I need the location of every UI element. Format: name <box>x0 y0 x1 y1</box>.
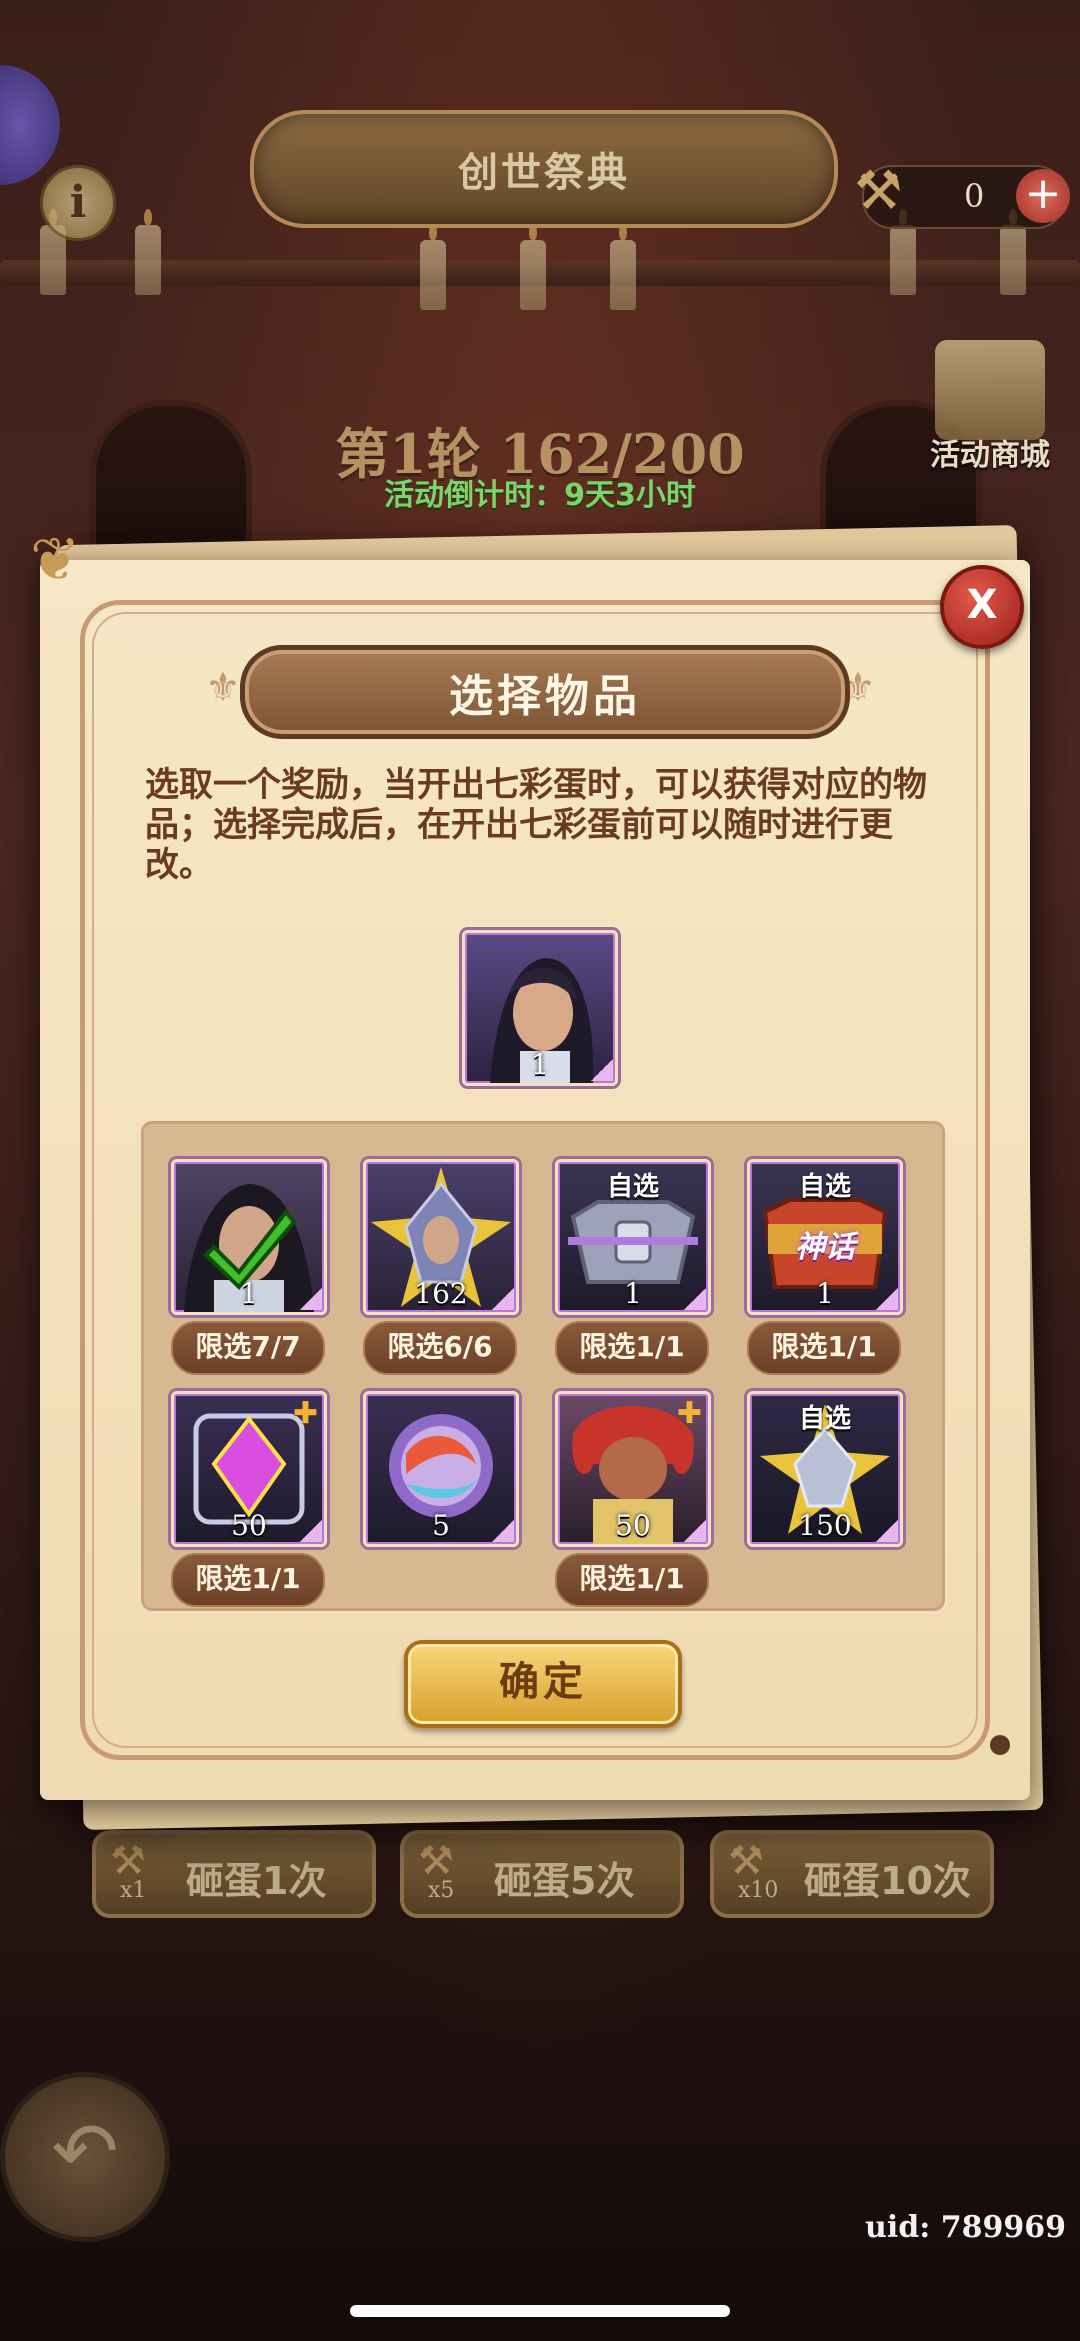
confirm-button[interactable]: 确定 <box>404 1640 682 1728</box>
event-countdown: 活动倒计时：9天3小时 <box>384 478 696 513</box>
gavel-icon: ⚒ <box>854 159 903 222</box>
optional-tag: 自选 <box>606 1172 659 1202</box>
corner-mark <box>876 1288 898 1310</box>
user-id: uid: 789969 <box>865 2210 1066 2245</box>
reward-grid-panel: 1 限选7/7 162 限选6/6 自选 1 限选1/1 自选 神话 1 限选1… <box>138 1118 948 1614</box>
limit-badge: 限选7/7 <box>171 1321 325 1375</box>
home-indicator[interactable] <box>350 2305 730 2317</box>
corner-mark <box>492 1288 514 1310</box>
smash-five-button[interactable]: ⚒ x5 砸蛋5次 <box>400 1830 684 1918</box>
modal-title: 选择物品 <box>449 671 641 722</box>
smash-multiplier: x5 <box>428 1878 455 1903</box>
gavel-counter: ⚒ 0 + <box>854 159 1070 229</box>
limit-badge: 限选1/1 <box>555 1321 709 1375</box>
candle <box>610 224 636 310</box>
back-button[interactable]: ↶ <box>0 2072 170 2242</box>
smash-label: 砸蛋10次 <box>804 1859 971 1903</box>
limit-badge: 限选1/1 <box>171 1553 325 1607</box>
reward-item-hero-shard[interactable]: 162 <box>363 1159 519 1315</box>
corner-mark <box>300 1288 322 1310</box>
mythic-label: 神话 <box>795 1230 855 1265</box>
candle <box>520 224 546 310</box>
info-button[interactable]: i <box>40 165 116 241</box>
reward-item-hero-fragment[interactable]: ✚ 50 <box>555 1391 711 1547</box>
modal-title-plate: 选择物品 <box>240 645 850 739</box>
smash-once-button[interactable]: ⚒ x1 砸蛋1次 <box>92 1830 376 1918</box>
corner-mark <box>684 1520 706 1542</box>
smash-ten-button[interactable]: ⚒ x10 砸蛋10次 <box>710 1830 994 1918</box>
corner-mark <box>591 1059 613 1081</box>
selected-item-slot[interactable]: 1 <box>462 930 618 1086</box>
puzzle-piece-icon: ✚ <box>292 1396 318 1431</box>
reward-item-hero[interactable]: 1 <box>171 1159 327 1315</box>
optional-tag: 自选 <box>798 1172 851 1202</box>
puzzle-piece-icon: ✚ <box>676 1396 702 1431</box>
event-title: 创世祭典 <box>458 150 630 196</box>
smash-multiplier: x10 <box>738 1878 779 1903</box>
reward-item-chest-silver[interactable]: 自选 1 <box>555 1159 711 1315</box>
corner-mark <box>300 1520 322 1542</box>
ribbon-icon: ❦ <box>30 525 81 595</box>
modal-description: 选取一个奖励，当开出七彩蛋时，可以获得对应的物品；选择完成后，在开出七彩蛋前可以… <box>145 765 927 885</box>
add-gavel-button[interactable]: + <box>1016 169 1070 223</box>
candle <box>1000 209 1026 295</box>
limit-badge: 限选1/1 <box>555 1553 709 1607</box>
corner-mark <box>876 1520 898 1542</box>
close-button[interactable]: X <box>940 565 1024 649</box>
corner-mark <box>684 1288 706 1310</box>
candle <box>135 209 161 295</box>
candle <box>890 209 916 295</box>
corner-mark <box>492 1520 514 1542</box>
reward-item-orb[interactable]: 5 <box>363 1391 519 1547</box>
ornament-icon: ⚜ <box>840 665 876 711</box>
limit-badge: 限选6/6 <box>363 1321 517 1375</box>
smash-label: 砸蛋5次 <box>494 1859 635 1903</box>
gavel-count: 0 <box>964 177 985 215</box>
smash-label: 砸蛋1次 <box>186 1859 327 1903</box>
event-title-plate: 创世祭典 <box>250 110 838 228</box>
smash-multiplier: x1 <box>120 1878 147 1903</box>
reward-item-gem[interactable]: ✚ 50 <box>171 1391 327 1547</box>
pin-icon <box>990 1735 1010 1755</box>
reward-item-star-crystal[interactable]: 自选 150 <box>747 1391 903 1547</box>
candle <box>420 224 446 310</box>
optional-tag: 自选 <box>798 1404 851 1434</box>
limit-badge: 限选1/1 <box>747 1321 901 1375</box>
reward-item-chest-mythic[interactable]: 自选 神话 1 <box>747 1159 903 1315</box>
